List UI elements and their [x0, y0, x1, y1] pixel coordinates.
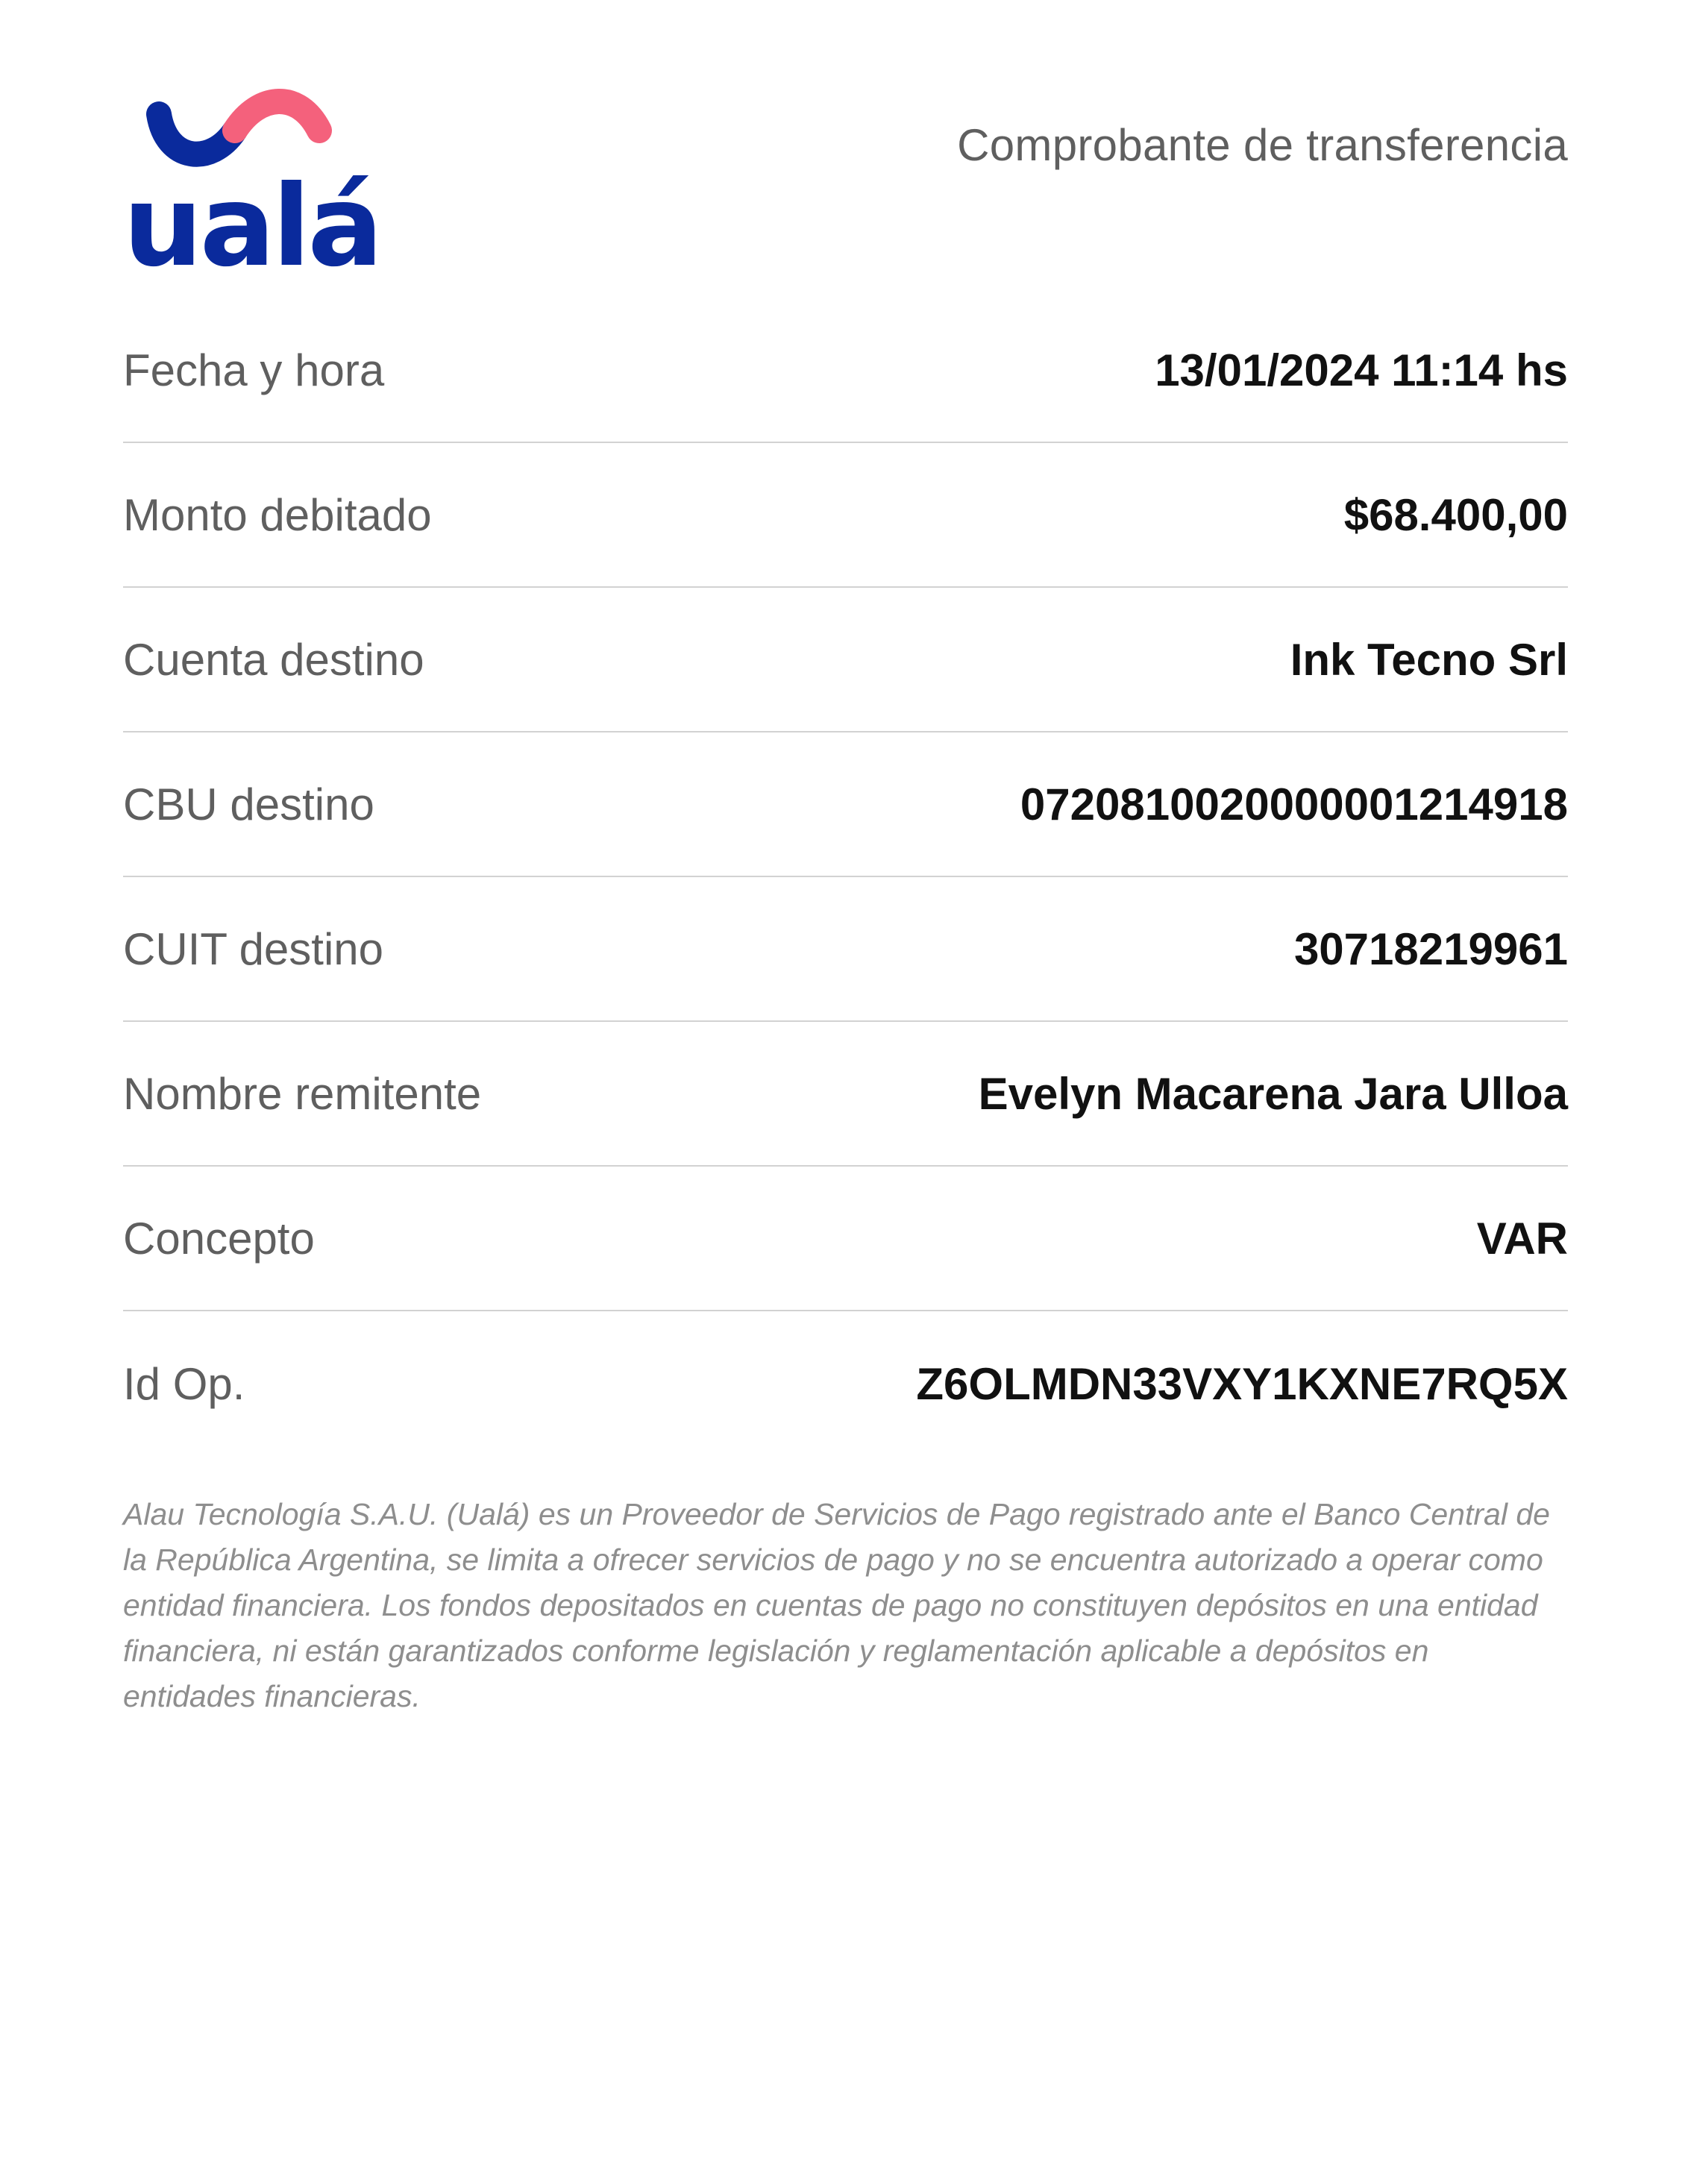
operation-id-value: Z6OLMDN33VXY1KXNE7RQ5X — [916, 1358, 1568, 1409]
detail-row-amount: Monto debitado $68.400,00 — [123, 443, 1568, 588]
detail-row-cbu: CBU destino 0720810020000001214918 — [123, 732, 1568, 877]
detail-row-cuit: CUIT destino 30718219961 — [123, 877, 1568, 1022]
cbu-value: 0720810020000001214918 — [1020, 779, 1568, 829]
date-value: 13/01/2024 11:14 hs — [1155, 345, 1568, 395]
date-label: Fecha y hora — [123, 345, 385, 395]
concept-label: Concepto — [123, 1213, 315, 1264]
document-title: Comprobante de transferencia — [957, 120, 1568, 170]
detail-row-destination-account: Cuenta destino Ink Tecno Srl — [123, 588, 1568, 732]
destination-account-label: Cuenta destino — [123, 634, 424, 685]
svg-text:ualá: ualá — [123, 162, 377, 272]
detail-row-date: Fecha y hora 13/01/2024 11:14 hs — [123, 298, 1568, 443]
destination-account-value: Ink Tecno Srl — [1290, 634, 1568, 685]
sender-label: Nombre remitente — [123, 1068, 482, 1119]
uala-logo: ualá — [123, 78, 377, 272]
detail-row-operation-id: Id Op. Z6OLMDN33VXY1KXNE7RQ5X — [123, 1311, 1568, 1456]
cuit-value: 30718219961 — [1293, 923, 1568, 974]
receipt-page: ualá Comprobante de transferencia Fecha … — [0, 0, 1691, 2184]
concept-value: VAR — [1476, 1213, 1568, 1264]
amount-label: Monto debitado — [123, 489, 432, 540]
cbu-label: CBU destino — [123, 779, 374, 829]
sender-value: Evelyn Macarena Jara Ulloa — [978, 1068, 1568, 1119]
transfer-details-list: Fecha y hora 13/01/2024 11:14 hs Monto d… — [123, 298, 1568, 1456]
detail-row-concept: Concepto VAR — [123, 1167, 1568, 1311]
operation-id-label: Id Op. — [123, 1358, 245, 1409]
amount-value: $68.400,00 — [1343, 489, 1568, 540]
detail-row-sender: Nombre remitente Evelyn Macarena Jara Ul… — [123, 1022, 1568, 1167]
legal-disclaimer: Alau Tecnología S.A.U. (Ualá) es un Prov… — [123, 1497, 1550, 1713]
cuit-label: CUIT destino — [123, 923, 384, 974]
